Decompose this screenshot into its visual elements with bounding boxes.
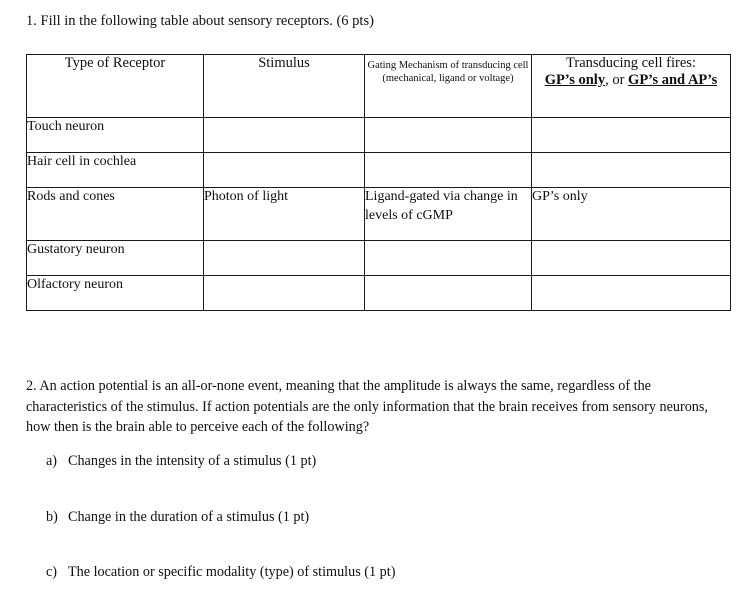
cell-stimulus[interactable]	[203, 152, 365, 188]
cell-fires[interactable]	[531, 117, 731, 153]
table-header-row: Type of Receptor Stimulus Gating Mechani…	[26, 54, 731, 118]
cell-gating[interactable]	[364, 240, 532, 276]
cell-gating[interactable]	[364, 117, 532, 153]
transducing-header-conjunction: , or	[605, 72, 629, 88]
cell-fires[interactable]	[531, 152, 731, 188]
transducing-header-line1: Transducing cell fires:	[566, 55, 696, 71]
transducing-option-gp-only: GP’s only	[544, 72, 606, 88]
cell-receptor: Olfactory neuron	[26, 275, 204, 311]
table-row: Olfactory neuron	[26, 275, 731, 311]
column-header-type-of-receptor: Type of Receptor	[26, 54, 204, 118]
item-a-marker: a)	[46, 453, 58, 469]
transducing-option-gp-and-ap: GP’s and AP’s	[628, 72, 718, 88]
cell-stimulus[interactable]	[203, 240, 365, 276]
question-2-text: 2. An action potential is an all-or-none…	[26, 378, 708, 435]
column-header-transducing-cell-fires: Transducing cell fires: GP’s only, or GP…	[531, 54, 731, 118]
cell-receptor: Gustatory neuron	[26, 240, 204, 276]
question-2-item-c: c) The location or specific modality (typ…	[46, 563, 726, 581]
cell-fires[interactable]	[531, 275, 731, 311]
sensory-receptor-table: Type of Receptor Stimulus Gating Mechani…	[26, 54, 731, 311]
cell-receptor: Touch neuron	[26, 117, 204, 153]
cell-stimulus[interactable]: Photon of light	[203, 187, 365, 241]
item-a-label: Changes in the intensity of a stimulus (…	[68, 453, 317, 469]
cell-stimulus[interactable]	[203, 275, 365, 311]
cell-stimulus[interactable]	[203, 117, 365, 153]
cell-fires[interactable]	[531, 240, 731, 276]
cell-fires[interactable]: GP’s only	[531, 187, 731, 241]
column-header-gating-mechanism: Gating Mechanism of transducing cell (me…	[364, 54, 532, 118]
column-header-stimulus: Stimulus	[203, 54, 365, 118]
cell-gating[interactable]	[364, 275, 532, 311]
item-b-marker: b)	[46, 509, 58, 525]
question-2-item-b: b) Change in the duration of a stimulus (…	[46, 508, 726, 526]
table-row: Hair cell in cochlea	[26, 152, 731, 188]
cell-receptor: Rods and cones	[26, 187, 204, 241]
table-row: Touch neuron	[26, 117, 731, 153]
worksheet-page: 1. Fill in the following table about sen…	[0, 0, 756, 606]
item-c-marker: c)	[46, 564, 58, 580]
table-row: Gustatory neuron	[26, 240, 731, 276]
cell-gating[interactable]: Ligand-gated via change in levels of cGM…	[364, 187, 532, 241]
question-2-item-a: a) Changes in the intensity of a stimulus…	[46, 452, 726, 470]
question-1-heading: 1. Fill in the following table about sen…	[26, 13, 374, 29]
item-b-label: Change in the duration of a stimulus (1 …	[68, 509, 310, 525]
cell-gating[interactable]	[364, 152, 532, 188]
table-row: Rods and cones Photon of light Ligand-ga…	[26, 187, 731, 241]
cell-receptor: Hair cell in cochlea	[26, 152, 204, 188]
item-c-label: The location or specific modality (type)…	[68, 564, 396, 580]
